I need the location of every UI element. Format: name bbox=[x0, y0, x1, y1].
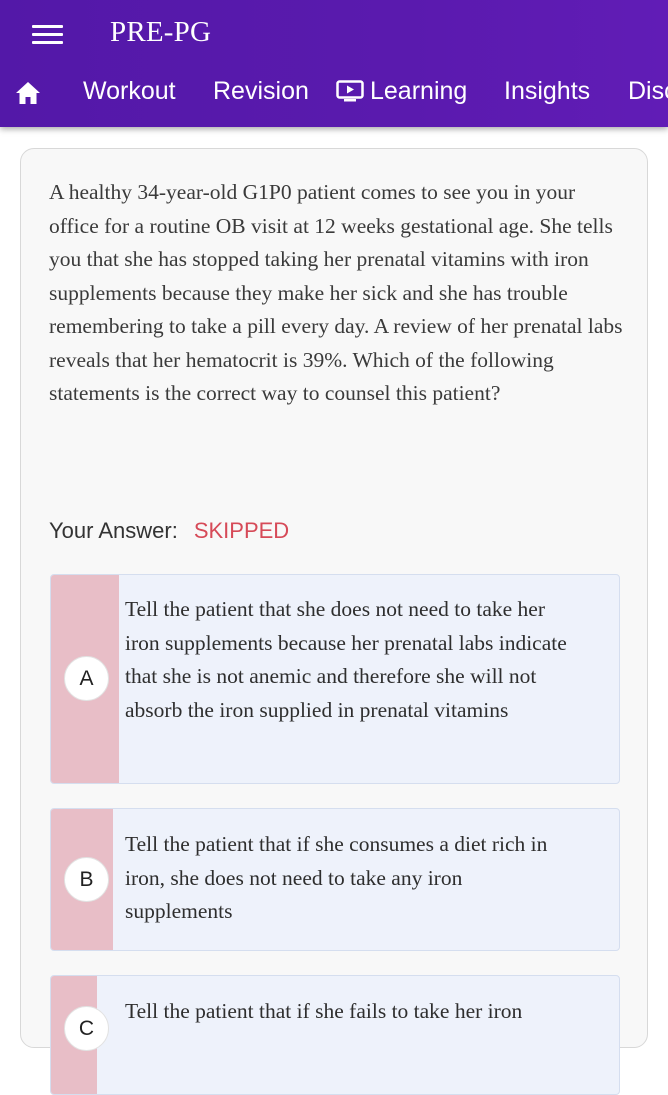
tab-insights[interactable]: Insights bbox=[504, 77, 590, 106]
option-letter: B bbox=[64, 857, 109, 902]
option-text: Tell the patient that she does not need … bbox=[125, 597, 567, 722]
option-text: Tell the patient that if she fails to ta… bbox=[125, 999, 523, 1023]
learning-screen-icon bbox=[336, 80, 364, 102]
tab-workout[interactable]: Workout bbox=[83, 77, 176, 106]
option-c[interactable]: C Tell the patient that if she fails to … bbox=[50, 975, 620, 1095]
your-answer: Your Answer: SKIPPED bbox=[49, 518, 289, 544]
tab-learning-label: Learning bbox=[370, 77, 468, 105]
option-text: Tell the patient that if she consumes a … bbox=[125, 832, 548, 923]
answer-status: SKIPPED bbox=[193, 518, 290, 543]
home-icon[interactable] bbox=[15, 81, 41, 105]
question-text: A healthy 34-year-old G1P0 patient comes… bbox=[49, 180, 623, 405]
question-card: A healthy 34-year-old G1P0 patient comes… bbox=[20, 148, 648, 1095]
nav-tabs: Workout Revision Learning Insights Disc bbox=[0, 72, 668, 114]
answer-label: Your Answer: bbox=[49, 518, 178, 543]
app-header: PRE-PG Workout Revision Learning Insight… bbox=[0, 0, 668, 127]
menu-icon[interactable] bbox=[32, 25, 63, 44]
option-letter: C bbox=[64, 1006, 109, 1051]
tab-revision[interactable]: Revision bbox=[213, 77, 309, 106]
option-a[interactable]: A Tell the patient that she does not nee… bbox=[50, 574, 620, 784]
option-b[interactable]: B Tell the patient that if she consumes … bbox=[50, 808, 620, 951]
tab-disc[interactable]: Disc bbox=[628, 77, 668, 106]
tab-learning[interactable]: Learning bbox=[336, 77, 467, 106]
app-title: PRE-PG bbox=[110, 16, 212, 48]
option-letter: A bbox=[64, 656, 109, 701]
